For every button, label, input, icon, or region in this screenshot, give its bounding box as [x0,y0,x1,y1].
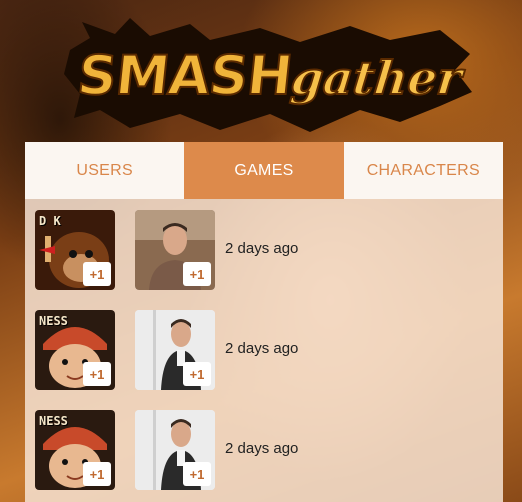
user-avatar[interactable]: +1 [135,210,215,290]
logo: SMASHgather [60,10,480,140]
logo-text: SMASHgather [74,43,466,108]
plus-one-button[interactable]: +1 [83,362,111,386]
character-label: NESS [39,414,68,428]
plus-one-button[interactable]: +1 [83,462,111,486]
timestamp: 2 days ago [225,340,299,357]
game-row: NESS +1 +1 2 days ago [35,310,495,390]
games-panel: USERS GAMES CHARACTERS D K +1 +1 2 days … [25,142,503,502]
tab-users[interactable]: USERS [25,142,185,199]
user-avatar[interactable]: +1 [135,310,215,390]
character-thumbnail-ness[interactable]: NESS +1 [35,310,115,390]
character-thumbnail-ness[interactable]: NESS +1 [35,410,115,490]
character-label: D K [39,214,61,228]
tab-games[interactable]: GAMES [184,142,344,199]
plus-one-button[interactable]: +1 [83,262,111,286]
logo-main: SMASH [74,43,296,108]
game-row: NESS +1 +1 2 days ago [35,410,495,490]
plus-one-button[interactable]: +1 [183,362,211,386]
plus-one-button[interactable]: +1 [183,262,211,286]
logo-sub: gather [287,50,465,106]
timestamp: 2 days ago [225,440,299,457]
character-label: NESS [39,314,68,328]
tab-characters[interactable]: CHARACTERS [343,142,503,199]
character-thumbnail-dk[interactable]: D K +1 [35,210,115,290]
timestamp: 2 days ago [225,240,299,257]
plus-one-button[interactable]: +1 [183,462,211,486]
tab-bar: USERS GAMES CHARACTERS [25,142,503,199]
game-row: D K +1 +1 2 days ago [35,210,495,290]
user-avatar[interactable]: +1 [135,410,215,490]
